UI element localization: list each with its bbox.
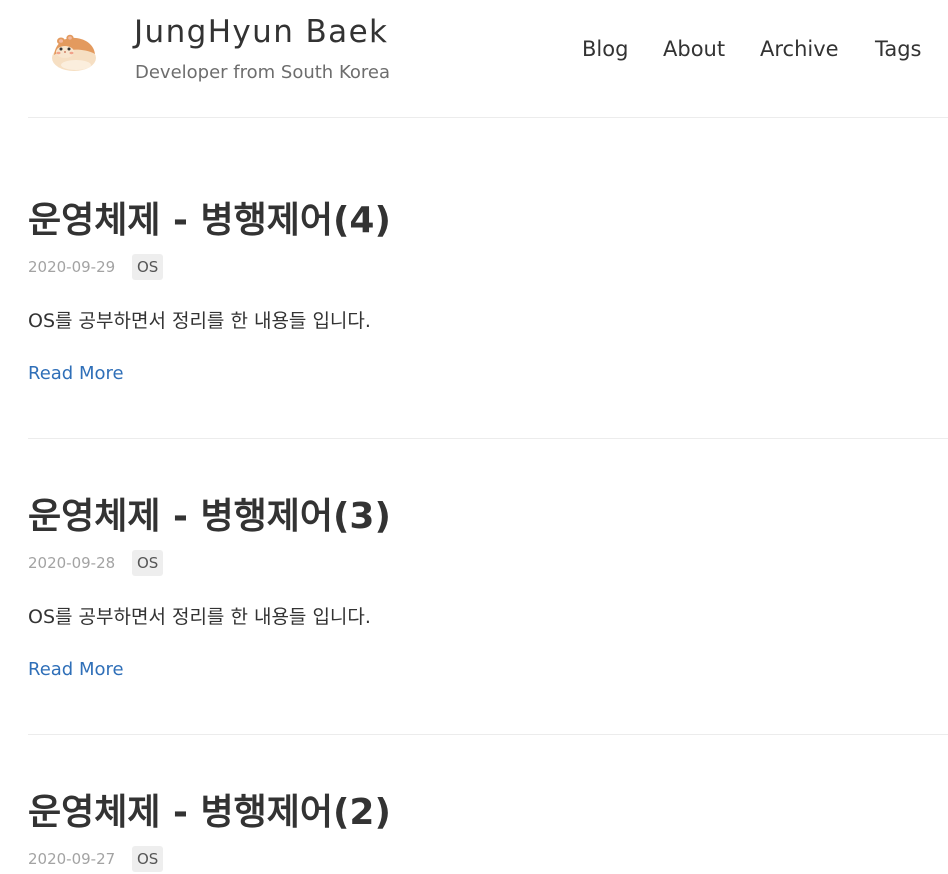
post-divider — [28, 438, 948, 439]
post-tag[interactable]: OS — [132, 550, 164, 576]
post-date: 2020-09-28 — [28, 554, 116, 572]
post-tag[interactable]: OS — [132, 846, 164, 872]
site-title[interactable]: JungHyun Baek — [134, 14, 388, 50]
post-excerpt: OS를 공부하면서 정리를 한 내용들 입니다. — [28, 310, 371, 332]
avatar[interactable] — [48, 28, 100, 76]
nav-about[interactable]: About — [663, 37, 725, 61]
nav-archive[interactable]: Archive — [760, 37, 839, 61]
read-more-link[interactable]: Read More — [28, 659, 124, 680]
nav-blog[interactable]: Blog — [582, 37, 628, 61]
nav-tags[interactable]: Tags — [875, 37, 922, 61]
header-divider — [28, 117, 948, 118]
page: JungHyun Baek Developer from South Korea… — [0, 0, 948, 874]
post-excerpt: OS를 공부하면서 정리를 한 내용들 입니다. — [28, 606, 371, 628]
hamster-avatar-icon — [52, 34, 96, 71]
post-date: 2020-09-29 — [28, 258, 116, 276]
site-header: JungHyun Baek Developer from South Korea… — [0, 0, 948, 118]
post-tag[interactable]: OS — [132, 254, 164, 280]
post-divider — [28, 734, 948, 735]
read-more-link[interactable]: Read More — [28, 363, 124, 384]
post-date: 2020-09-27 — [28, 850, 116, 868]
post-title[interactable]: 운영체제 - 병행제어(2) — [28, 783, 391, 835]
site-subtitle: Developer from South Korea — [135, 62, 390, 83]
post-title[interactable]: 운영체제 - 병행제어(3) — [28, 487, 391, 539]
post-title[interactable]: 운영체제 - 병행제어(4) — [28, 191, 391, 243]
